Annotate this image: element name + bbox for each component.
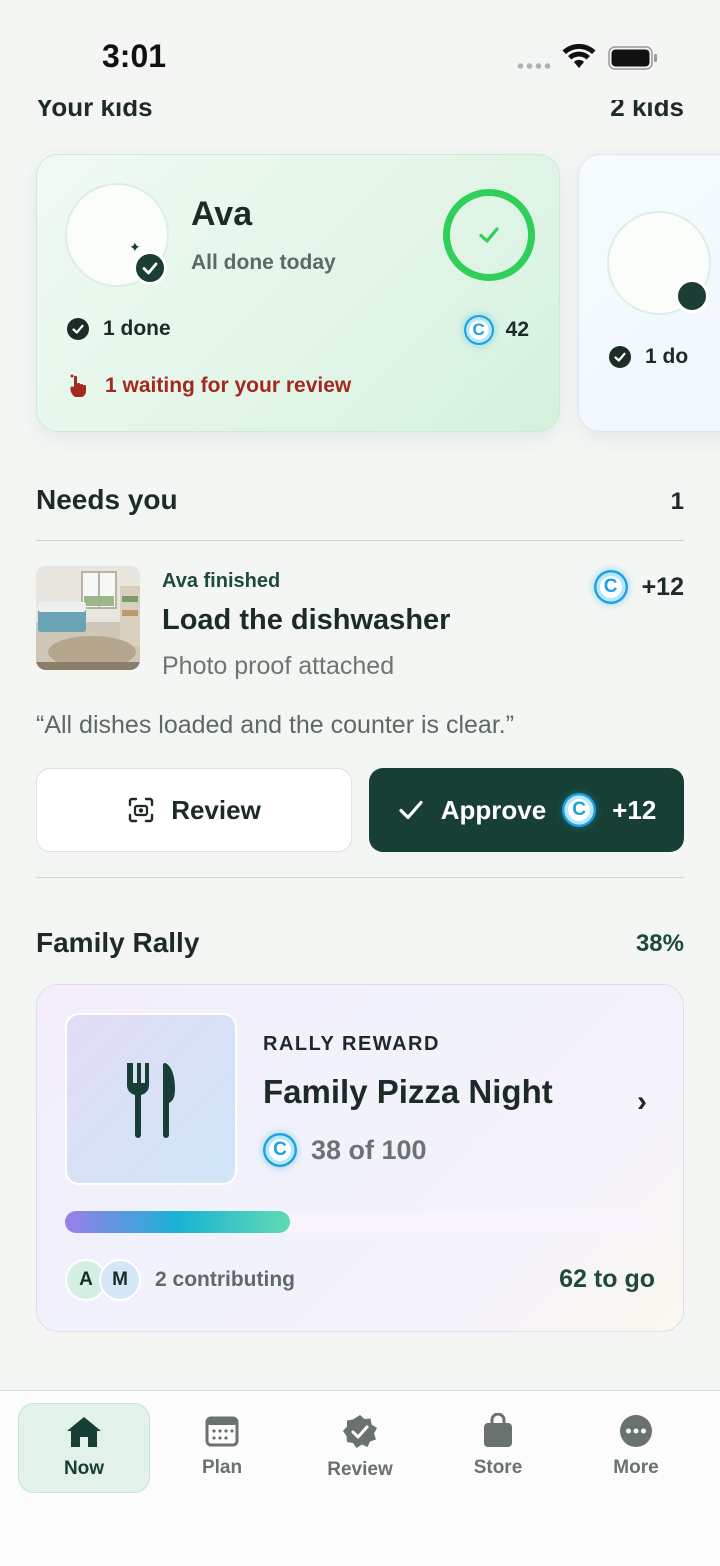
status-bar: 3:01: [0, 0, 720, 110]
kid-done-label: 1 do: [645, 345, 689, 368]
camera-scan-icon: [128, 797, 154, 823]
kid-note-quote: “All dishes loaded and the counter is cl…: [36, 711, 515, 739]
complete-ring-icon: [443, 189, 535, 281]
review-button[interactable]: Review: [36, 768, 352, 852]
needs-proof-note: Photo proof attached: [162, 652, 395, 680]
coin-icon: C: [593, 570, 628, 604]
kid-done-label: 1 done: [103, 317, 171, 340]
tab-store[interactable]: Store: [432, 1403, 564, 1493]
cellular-icon: [516, 63, 552, 69]
approve-button-points: +12: [612, 794, 657, 825]
kid-card-ava[interactable]: ✦ Ava All done today 1 done C 42 1 waiti…: [36, 154, 560, 432]
rally-progress-label: 38 of 100: [311, 1134, 427, 1165]
needs-points: C +12: [593, 570, 684, 604]
rally-contributors: A M 2 contributing: [65, 1259, 295, 1301]
rally-to-go: 62 to go: [559, 1265, 655, 1293]
family-rally-percent: 38%: [635, 930, 684, 957]
kid-status: All done today: [191, 251, 336, 274]
kids-count: 2 kids: [610, 100, 684, 122]
kid-done-count: 1 do: [609, 345, 688, 369]
tab-label: Now: [63, 1458, 105, 1479]
needs-task-title: Load the dishwasher: [162, 604, 451, 636]
coin-icon: C: [562, 793, 597, 827]
contributor-avatar: M: [99, 1259, 141, 1301]
status-time: 3:01: [102, 38, 167, 74]
coin-icon: C: [463, 315, 494, 345]
needs-points-value: +12: [641, 572, 684, 601]
more-icon: [620, 1415, 652, 1447]
approve-button[interactable]: Approve C +12: [369, 768, 684, 852]
kid-card-second[interactable]: 1 do: [578, 154, 720, 432]
kids-title: Your kids: [36, 100, 153, 122]
calendar-icon: [205, 1416, 239, 1447]
tab-bar: Now Plan Review Store More: [0, 1390, 720, 1566]
bag-icon: [484, 1413, 512, 1447]
kid-coin-balance: C 42: [463, 315, 529, 345]
check-badge-icon: [133, 251, 167, 285]
proof-photo-thumbnail[interactable]: [36, 566, 140, 670]
badge-check-icon: [343, 1415, 377, 1448]
family-rally-title: Family Rally: [36, 927, 200, 958]
approve-button-label: Approve: [440, 794, 547, 825]
divider: [36, 540, 684, 541]
rally-reward-image: [65, 1013, 237, 1185]
kid-name: Ava: [191, 195, 253, 233]
tab-more[interactable]: More: [570, 1403, 702, 1493]
tab-plan[interactable]: Plan: [156, 1403, 288, 1493]
check-icon: [609, 346, 631, 368]
check-icon: [67, 318, 89, 340]
rally-progress: C 38 of 100: [263, 1133, 427, 1167]
kid-waiting-review[interactable]: 1 waiting for your review: [67, 373, 351, 399]
coin-icon: C: [263, 1133, 297, 1167]
contributing-label: 2 contributing: [155, 1268, 295, 1291]
tab-label: More: [613, 1457, 659, 1478]
hand-pointer-icon: [70, 374, 86, 397]
home-icon: [67, 1417, 101, 1447]
rally-reward-card[interactable]: RALLY REWARD Family Pizza Night › C 38 o…: [36, 984, 684, 1332]
rally-reward-title: Family Pizza Night: [263, 1073, 553, 1110]
tab-label: Plan: [201, 1457, 243, 1478]
tab-review[interactable]: Review: [294, 1403, 426, 1493]
wifi-icon: [562, 44, 596, 68]
divider: [36, 877, 684, 878]
fork-knife-icon: [127, 1063, 175, 1138]
needs-you-title: Needs you: [36, 484, 178, 515]
kid-waiting-label: 1 waiting for your review: [105, 374, 352, 397]
review-button-label: Review: [171, 794, 261, 825]
rally-progress-fill: [65, 1211, 290, 1233]
check-badge-icon: [675, 279, 709, 313]
rally-progress-bar: [65, 1211, 657, 1233]
kid-done-count: 1 done: [67, 317, 171, 341]
rally-reward-label: RALLY REWARD: [263, 1033, 440, 1055]
needs-who: Ava finished: [162, 570, 281, 592]
kid-coin-value: 42: [505, 318, 529, 341]
tab-now[interactable]: Now: [18, 1403, 150, 1493]
checkmark-icon: [399, 800, 423, 820]
tab-label: Store: [473, 1457, 523, 1478]
kids-section-header: Your kids 2 kids: [36, 100, 684, 123]
chevron-right-icon[interactable]: ›: [637, 1085, 647, 1119]
tab-label: Review: [327, 1459, 393, 1480]
needs-you-count: 1: [670, 488, 684, 515]
battery-icon: [608, 46, 657, 70]
